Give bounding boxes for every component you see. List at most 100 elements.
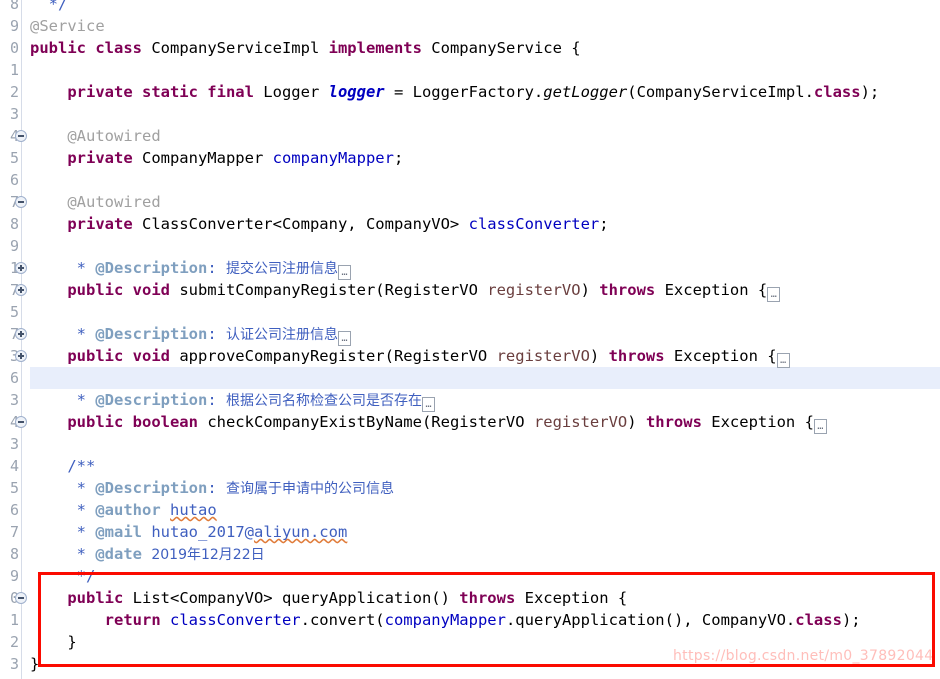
line-number: 1 [9, 611, 19, 629]
code-line[interactable]: /** [30, 455, 95, 477]
code-token: /** [30, 457, 96, 475]
folded-code-placeholder[interactable]: … [337, 265, 351, 280]
code-line[interactable]: */ [30, 0, 68, 15]
code-token: getLogger [543, 83, 628, 101]
code-line[interactable]: * @Description: 认证公司注册信息… [30, 323, 351, 346]
line-number: 8 [9, 0, 19, 13]
code-token: * [30, 479, 96, 497]
line-number: 2 [9, 633, 19, 651]
code-token: aliyun.com [253, 523, 348, 541]
fold-collapse-icon[interactable] [15, 130, 27, 142]
line-number: 7 [9, 523, 19, 541]
line-number: 3 [9, 655, 19, 673]
code-line[interactable]: */ [30, 565, 96, 587]
fold-expand-icon[interactable] [15, 328, 27, 340]
line-number: 5 [9, 303, 19, 321]
code-token: * [30, 325, 96, 343]
code-token: throws [645, 413, 712, 431]
code-line[interactable]: public boolean checkCompanyExistByName(R… [30, 411, 827, 434]
code-token: ); [841, 611, 861, 629]
code-token: throws [608, 347, 674, 365]
folded-code-placeholder[interactable]: … [813, 419, 827, 434]
code-token: Exception { [524, 589, 628, 607]
code-line[interactable]: * @Description: 提交公司注册信息… [30, 257, 351, 280]
code-token: ; [393, 149, 404, 167]
code-line[interactable]: * @author hutao [30, 499, 217, 521]
code-token: 2019年12月22日 [151, 547, 265, 563]
folded-code-placeholder[interactable]: … [767, 287, 781, 302]
code-line[interactable]: @Autowired [30, 125, 160, 147]
code-line[interactable]: public class CompanyServiceImpl implemen… [30, 37, 581, 59]
fold-expand-icon[interactable] [15, 284, 27, 296]
code-token: companyMapper [272, 149, 394, 167]
code-token: ) [580, 281, 600, 299]
code-token: registerVO [496, 347, 590, 365]
code-token: private [67, 215, 142, 233]
folded-code-placeholder[interactable]: … [337, 331, 351, 346]
line-number: 6 [9, 501, 19, 519]
fold-collapse-icon[interactable] [15, 416, 27, 428]
code-line[interactable]: } [30, 653, 39, 675]
code-token: checkCompanyExistByName(RegisterVO [207, 413, 534, 431]
line-number: 2 [9, 83, 19, 101]
code-line[interactable]: private CompanyMapper companyMapper; [30, 147, 403, 169]
code-token: * [30, 501, 96, 519]
code-line[interactable]: @Service [30, 15, 105, 37]
code-line[interactable]: public List<CompanyVO> queryApplication(… [30, 587, 627, 609]
code-token: registerVO [487, 281, 581, 299]
code-token: public void [67, 281, 180, 299]
code-token: Exception { [664, 281, 768, 299]
code-token: public [67, 589, 133, 607]
code-line[interactable]: public void approveCompanyRegister(Regis… [30, 345, 790, 368]
fold-expand-icon[interactable] [15, 262, 27, 274]
code-token: List<CompanyVO> queryApplication() [132, 589, 460, 607]
code-line[interactable]: * @Description: 查询属于申请中的公司信息 [30, 477, 394, 499]
code-token: classConverter [468, 215, 600, 233]
folded-code-placeholder[interactable]: … [421, 397, 435, 412]
code-token: = LoggerFactory. [384, 83, 544, 101]
code-token: * [30, 545, 96, 563]
code-token: 认证公司注册信息 [225, 327, 338, 343]
folded-code-placeholder[interactable]: … [776, 353, 790, 368]
code-line[interactable]: public void submitCompanyRegister(Regist… [30, 279, 781, 302]
code-editor[interactable]: */ @Service public class CompanyServiceImp… [0, 0, 940, 679]
line-number: 8 [9, 545, 19, 563]
line-number-gutter[interactable]: 8901234567891757363434567890123 [0, 0, 30, 679]
code-token: CompanyMapper [141, 149, 273, 167]
code-line[interactable]: @Autowired [30, 191, 161, 213]
watermark-url: https://blog.csdn.net/m0_37892044 [673, 648, 934, 664]
line-number: 6 [9, 171, 19, 189]
fold-collapse-icon[interactable] [15, 592, 27, 604]
code-token: : [207, 325, 226, 343]
code-line[interactable]: } [30, 631, 76, 653]
code-line[interactable]: * @mail hutao_2017@aliyun.com [30, 521, 348, 543]
line-number: 3 [9, 105, 19, 123]
code-token: throws [459, 589, 525, 607]
fold-collapse-icon[interactable] [15, 196, 27, 208]
code-line[interactable]: private ClassConverter<Company, CompanyV… [30, 213, 608, 235]
code-token: class [795, 611, 842, 629]
code-text-area[interactable]: */ @Service public class CompanyServiceImp… [30, 0, 940, 679]
code-token: submitCompanyRegister(RegisterVO [179, 281, 488, 299]
line-number: 9 [9, 567, 19, 585]
code-line[interactable]: return classConverter.convert(companyMap… [30, 609, 861, 631]
fold-expand-icon[interactable] [15, 350, 27, 362]
code-token: private static final [67, 83, 264, 101]
code-token: Logger [263, 83, 329, 101]
code-token: Exception { [711, 413, 814, 431]
code-line[interactable]: * @Description: 根据公司名称检查公司是否存在… [30, 389, 435, 412]
code-token: public boolean [67, 413, 208, 431]
code-line[interactable]: * @date 2019年12月22日 [30, 543, 265, 565]
code-token: return [104, 611, 170, 629]
line-number: 5 [9, 479, 19, 497]
line-number: 1 [9, 61, 19, 79]
code-token: @Autowired [30, 193, 161, 211]
line-number: 9 [9, 17, 19, 35]
code-line[interactable]: private static final Logger logger = Log… [30, 81, 879, 103]
